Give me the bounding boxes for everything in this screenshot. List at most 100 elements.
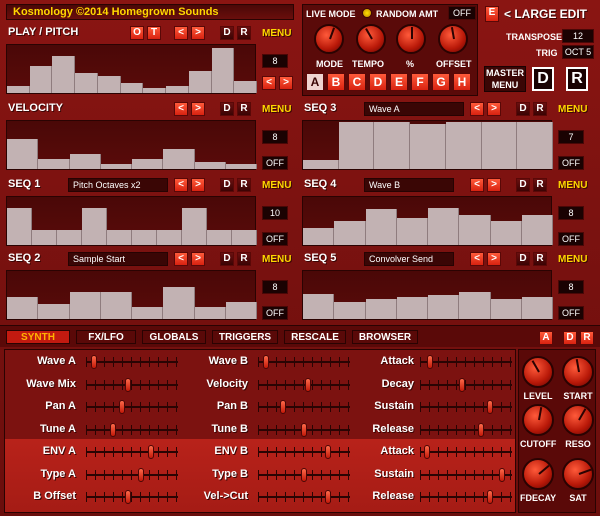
seq1-target-dropdown[interactable]: Pitch Octaves x2 [68,178,168,192]
seq5-left-arrow[interactable]: < [470,252,484,266]
seq4-step-bar[interactable] [365,209,397,245]
slider-thumb[interactable] [301,467,307,482]
seq2-length-value[interactable]: 8 [262,280,288,294]
seq2-step-bar[interactable] [38,304,70,319]
seq2-step-bar[interactable] [69,291,101,319]
seq2-target-dropdown[interactable]: Sample Start [68,252,168,266]
scene-button-h[interactable]: H [453,73,471,91]
velocity-step-bar[interactable] [38,159,70,169]
seq1-step-bar[interactable] [207,230,232,245]
col3-attack-slider[interactable] [420,445,512,459]
slider-thumb[interactable] [487,400,494,414]
play-page-right[interactable]: > [279,76,293,90]
play-page-left[interactable]: < [262,76,276,90]
bottom-r-button[interactable]: R [580,331,594,345]
slider-thumb[interactable] [91,355,98,369]
offset-knob[interactable] [438,24,468,54]
mode-knob[interactable] [314,24,344,54]
col2-vel--cut-slider[interactable] [258,490,350,504]
seq2-step-bar[interactable] [225,301,257,319]
play-step-bar[interactable] [234,80,257,93]
slider-thumb[interactable] [279,400,286,414]
seq1-menu[interactable]: MENU [262,180,291,191]
velocity-step-bar[interactable] [132,159,164,169]
seq3-step-bar[interactable] [410,124,446,169]
seq3-step-bar[interactable] [481,121,518,169]
col2-wave-b-slider[interactable] [258,355,350,369]
seq1-step-bar[interactable] [82,207,107,245]
seq5-step-bar[interactable] [459,291,491,319]
seq5-target-dropdown[interactable]: Convolver Send [364,252,454,266]
slider-thumb[interactable] [458,377,465,392]
velocity-step-bar[interactable] [163,149,195,169]
scene-button-c[interactable]: C [348,73,366,91]
slider-thumb[interactable] [147,445,154,459]
col3-sustain-slider[interactable] [420,467,512,482]
scene-button-a[interactable]: A [306,73,324,91]
seq4-right-arrow[interactable]: > [487,178,501,192]
seq5-length-value[interactable]: 8 [558,280,584,294]
seq1-step-bar[interactable] [182,207,207,245]
col1-tune-a-slider[interactable] [86,422,178,437]
seq3-length-value[interactable]: 7 [558,130,584,144]
col3-sustain-slider[interactable] [420,400,512,414]
velocity-menu[interactable]: MENU [262,104,291,115]
velocity-step-bar[interactable] [69,154,101,169]
seq1-left-arrow[interactable]: < [174,178,188,192]
col3-release-slider[interactable] [420,490,512,504]
fdecay-knob[interactable] [522,458,554,490]
seq3-d-button[interactable]: D [516,102,530,116]
seq2-step-bar[interactable] [132,306,164,319]
seq4-step-bar[interactable] [396,217,428,245]
seq4-off-value[interactable]: OFF [558,232,584,246]
play-left-arrow[interactable]: < [174,26,188,40]
seq1-length-value[interactable]: 10 [262,206,288,220]
start-knob[interactable] [562,356,594,388]
seq2-left-arrow[interactable]: < [174,252,188,266]
velocity-length-value[interactable]: 8 [262,130,288,144]
trig-value[interactable]: OCT 5 [562,45,594,59]
live-mode-led[interactable] [362,8,372,18]
seq5-step-bar[interactable] [303,294,335,319]
seq4-step-bar[interactable] [428,207,460,245]
play-step-bar[interactable] [166,85,189,93]
slider-thumb[interactable] [137,467,144,482]
e-button[interactable]: E [485,6,499,22]
scene-button-e[interactable]: E [390,73,408,91]
slider-thumb[interactable] [305,377,312,392]
seq1-step-bar[interactable] [107,230,132,245]
bottom-a-button[interactable]: A [539,331,553,345]
slider-thumb[interactable] [301,422,307,437]
slider-thumb[interactable] [124,490,131,504]
seq4-target-dropdown[interactable]: Wave B [364,178,454,192]
play-o-button[interactable]: O [130,26,144,40]
bottom-d-button[interactable]: D [563,331,577,345]
seq3-left-arrow[interactable]: < [470,102,484,116]
sat-knob[interactable] [562,458,594,490]
slider-thumb[interactable] [424,445,431,459]
col1-type-a-slider[interactable] [86,467,178,482]
seq4-length-value[interactable]: 8 [558,206,584,220]
scene-button-f[interactable]: F [411,73,429,91]
seq5-r-button[interactable]: R [533,252,547,266]
play-d-button[interactable]: D [220,26,234,40]
seq3-step-bar[interactable] [374,121,411,169]
col1-wave-mix-slider[interactable] [86,377,178,392]
play-step-bar[interactable] [143,88,167,93]
seq1-step-panel[interactable] [6,196,257,246]
seq5-step-bar[interactable] [490,299,522,319]
seq4-step-bar[interactable] [303,227,335,245]
seq1-step-bar[interactable] [157,230,182,245]
velocity-step-panel[interactable] [6,120,257,170]
percent-knob[interactable] [396,24,426,54]
seq1-step-bar[interactable] [32,230,57,245]
tab-rescale[interactable]: RESCALE [284,330,346,344]
play-r-button[interactable]: R [237,26,251,40]
play-t-button[interactable]: T [147,26,161,40]
seq4-step-bar[interactable] [490,221,522,245]
seq5-step-bar[interactable] [365,299,397,319]
seq1-step-bar[interactable] [232,230,257,245]
velocity-step-bar[interactable] [100,164,132,169]
slider-thumb[interactable] [263,355,270,369]
velocity-step-bar[interactable] [194,161,226,169]
